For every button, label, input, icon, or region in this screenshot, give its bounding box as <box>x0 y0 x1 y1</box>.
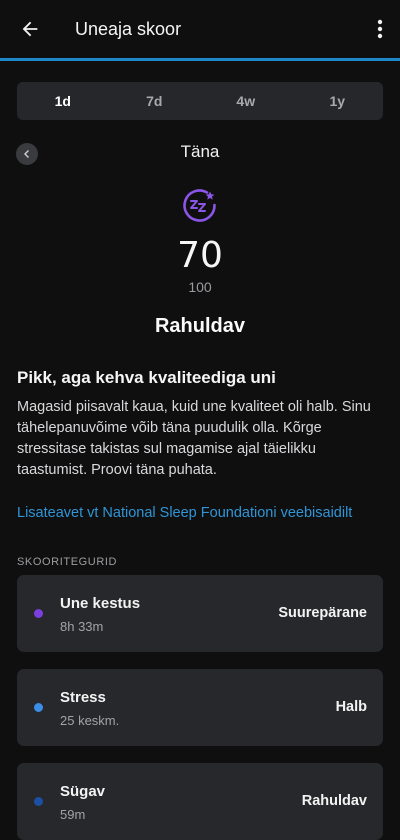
factor-card-deep-sleep[interactable]: Sügav 59m Rahuldav <box>17 763 383 840</box>
period-selector: 1d 7d 4w 1y <box>17 82 383 120</box>
factor-name: Stress <box>60 689 106 706</box>
app-bar: Uneaja skoor <box>0 0 400 58</box>
sleep-zz-icon <box>180 185 220 225</box>
factor-card-stress[interactable]: Stress 25 keskm. Halb <box>17 669 383 746</box>
factor-rating: Suurepärane <box>278 605 367 621</box>
factor-value: 8h 33m <box>60 619 104 634</box>
tab-4w[interactable]: 4w <box>200 82 292 120</box>
date-navigator: Täna <box>0 135 400 175</box>
factor-rating: Halb <box>335 699 367 715</box>
factor-card-sleep-duration[interactable]: Une kestus 8h 33m Suurepärane <box>17 575 383 652</box>
factor-name: Sügav <box>60 783 106 800</box>
back-arrow-icon[interactable] <box>2 0 58 58</box>
sleep-score-quality: Rahuldav <box>154 315 246 337</box>
summary-headline: Pikk, aga kehva kvaliteediga uni <box>17 368 276 387</box>
sleep-foundation-link[interactable]: Lisateavet vt National Sleep Foundationi… <box>17 505 383 521</box>
more-vert-icon[interactable] <box>360 0 400 58</box>
tab-7d[interactable]: 7d <box>109 82 201 120</box>
score-summary: 70 100 Rahuldav <box>0 185 400 338</box>
factor-value: 25 keskm. <box>60 713 120 728</box>
factors-list: Une kestus 8h 33m Suurepärane Stress 25 … <box>17 575 383 840</box>
status-dot <box>34 609 43 618</box>
factors-section-title: SKOORITEGURID <box>17 556 118 568</box>
tab-1d[interactable]: 1d <box>17 82 109 120</box>
sleep-score-value: 70 <box>177 235 223 276</box>
date-label: Täna <box>180 142 220 161</box>
status-dot <box>34 797 43 806</box>
status-dot <box>34 703 43 712</box>
summary-text: Magasid piisavalt kaua, kuid une kvalite… <box>17 399 371 478</box>
factor-name: Une kestus <box>60 595 141 612</box>
sleep-score-max: 100 <box>188 279 212 295</box>
tab-1y[interactable]: 1y <box>292 82 384 120</box>
header-accent-line <box>0 58 400 61</box>
page-title: Uneaja skoor <box>75 18 182 39</box>
factor-value: 59m <box>60 807 86 822</box>
factor-rating: Rahuldav <box>301 793 367 809</box>
